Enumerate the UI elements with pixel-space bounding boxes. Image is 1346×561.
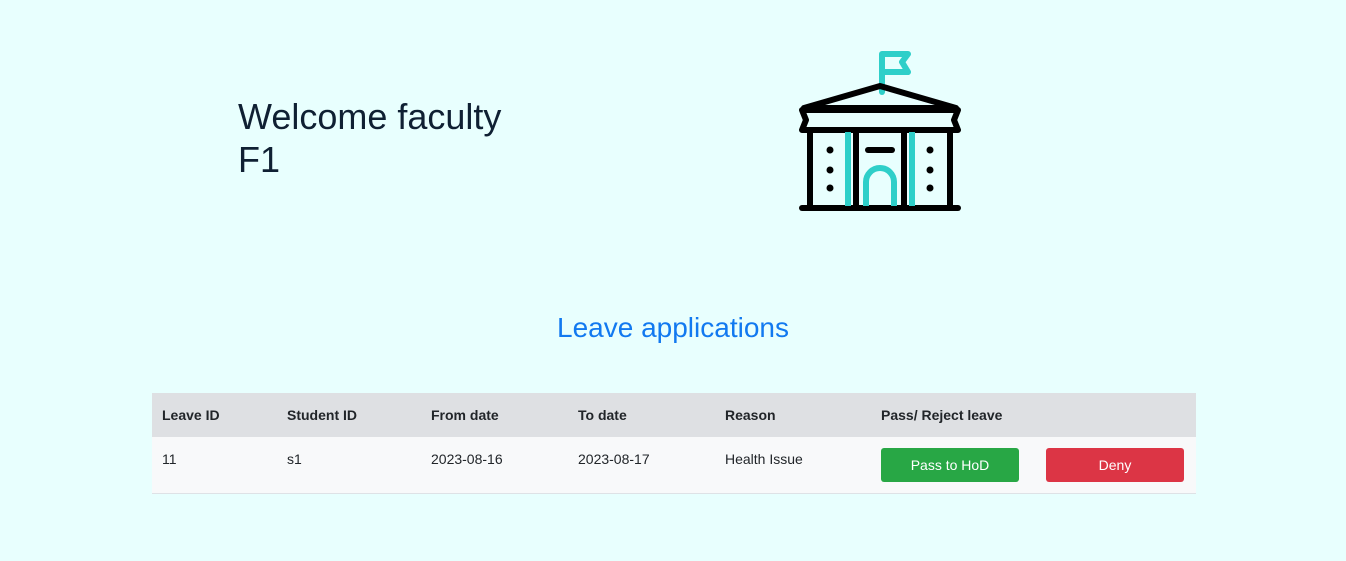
- cell-deny: Deny: [1036, 437, 1196, 493]
- column-header-actions: [1036, 393, 1196, 437]
- cell-from-date: 2023-08-16: [431, 451, 503, 467]
- deny-button[interactable]: Deny: [1046, 448, 1184, 482]
- cell-leave-id: 11: [162, 451, 177, 467]
- column-header-pass-reject: Pass/ Reject leave: [881, 407, 1003, 423]
- column-header-leave-id: Leave ID: [162, 407, 220, 423]
- pass-to-hod-button[interactable]: Pass to HoD: [881, 448, 1019, 482]
- leave-applications-title: Leave applications: [557, 312, 789, 343]
- leave-applications-table: Leave ID Student ID From date To date Re…: [152, 393, 1196, 494]
- welcome-heading: Welcome faculty F1: [238, 96, 502, 180]
- cell-pass: Pass to HoD: [871, 437, 1036, 493]
- cell-student-id: s1: [287, 451, 302, 467]
- table-row: 11 s1 2023-08-16 2023-08-17 Health Issue…: [152, 437, 1196, 493]
- table-header-row: Leave ID Student ID From date To date Re…: [152, 393, 1196, 437]
- cell-reason: Health Issue: [725, 451, 803, 467]
- column-header-reason: Reason: [725, 407, 776, 423]
- cell-to-date: 2023-08-17: [578, 451, 650, 467]
- column-header-to-date: To date: [578, 407, 627, 423]
- column-header-from-date: From date: [431, 407, 499, 423]
- column-header-student-id: Student ID: [287, 407, 357, 423]
- school-building-icon: [799, 51, 961, 211]
